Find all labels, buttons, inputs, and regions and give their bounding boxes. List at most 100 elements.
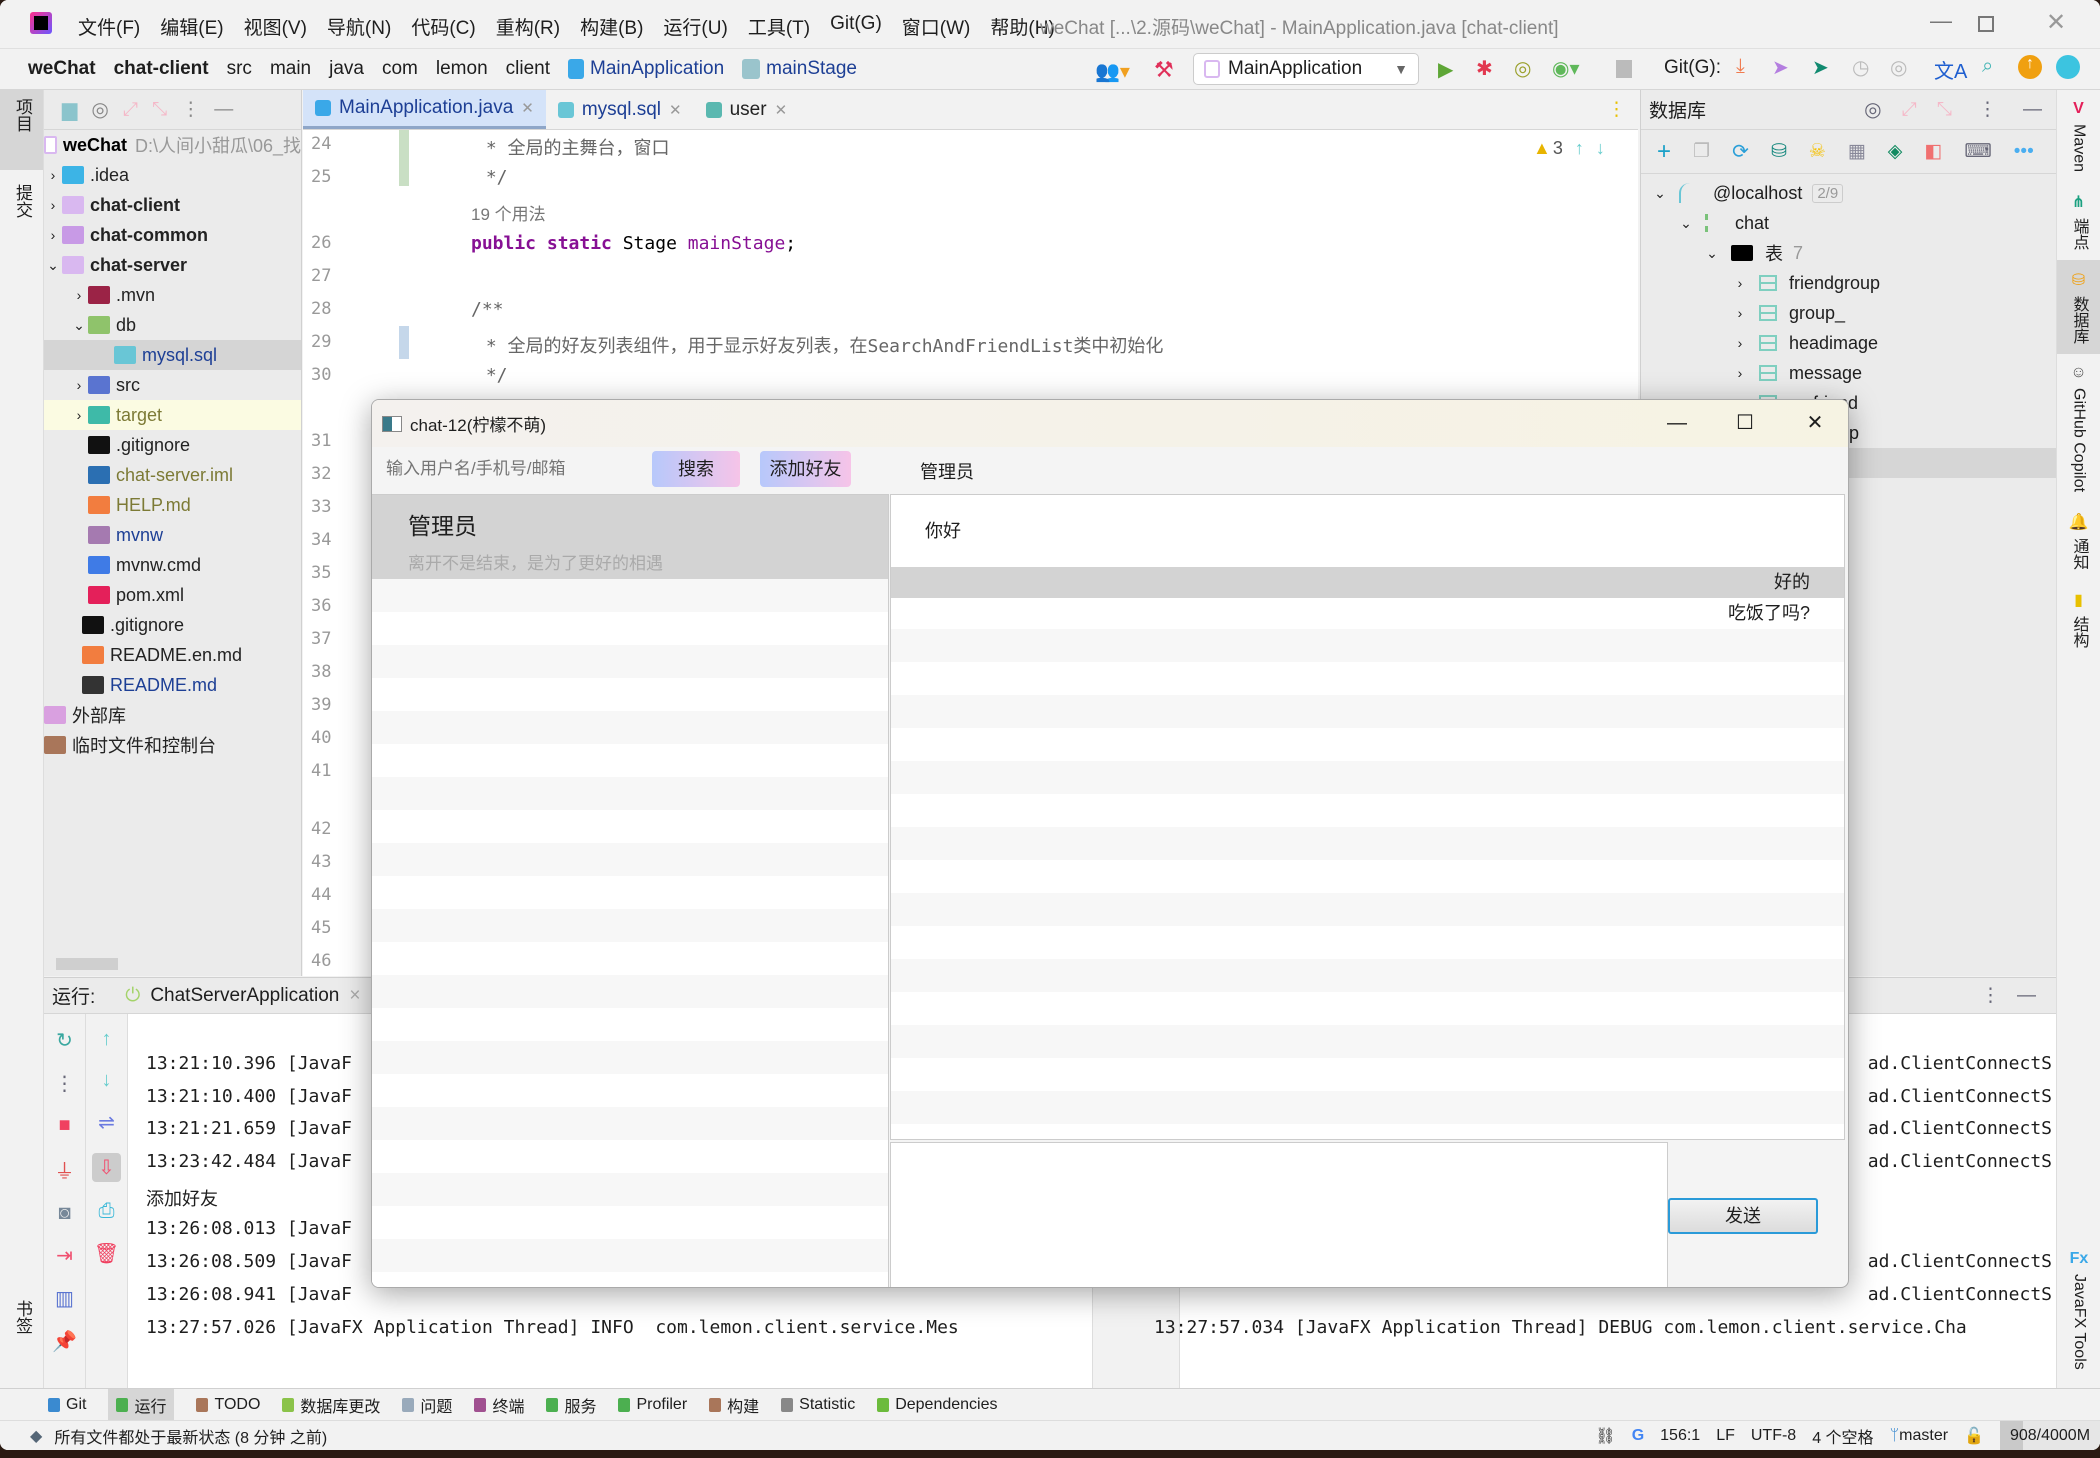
expand-icon[interactable]: ⤢ bbox=[1902, 99, 1917, 121]
breadcrumb-item[interactable]: MainApplication bbox=[590, 58, 724, 80]
tool-button-maven[interactable]: V Maven bbox=[2057, 90, 2100, 182]
close-tab-icon[interactable]: × bbox=[349, 985, 360, 1007]
tree-item[interactable]: mvnw bbox=[44, 520, 301, 550]
menu-item[interactable]: Git(G) bbox=[830, 13, 882, 40]
tool-window-0[interactable]: Git bbox=[48, 1396, 86, 1414]
collapse-icon[interactable]: ⤡ bbox=[1937, 99, 1952, 121]
indent-setting[interactable]: 4 个空格 bbox=[1812, 1424, 1873, 1448]
db-tree-item[interactable]: ⌄ 表 7 bbox=[1641, 238, 2056, 268]
maximize-button[interactable]: ☐ bbox=[1710, 400, 1780, 447]
message-item[interactable]: 好的 bbox=[891, 567, 1844, 598]
layout-icon[interactable]: ▥ bbox=[55, 1286, 74, 1311]
build-hammer-icon[interactable]: ⚒ bbox=[1154, 57, 1174, 83]
tree-item[interactable]: README.en.md bbox=[44, 640, 301, 670]
plugin-icon[interactable] bbox=[2056, 55, 2080, 79]
lock-icon[interactable]: 🔓 bbox=[1964, 1426, 1984, 1446]
clear-icon[interactable]: 🗑 bbox=[94, 1241, 119, 1266]
git-push-icon[interactable]: ➤ bbox=[1812, 55, 1829, 80]
tool-button-javafx[interactable]: Fx JavaFX Tools bbox=[2057, 1240, 2100, 1380]
file-encoding[interactable]: UTF-8 bbox=[1751, 1427, 1796, 1445]
db-tree-item[interactable]: ⌄ chat bbox=[1641, 208, 2056, 238]
editor-tab[interactable]: user ✕ bbox=[694, 90, 800, 129]
print-icon[interactable]: ⎙ bbox=[99, 1200, 115, 1223]
add-friend-button[interactable]: 添加好友 bbox=[760, 451, 851, 487]
db-tree-item[interactable]: › headimage bbox=[1641, 328, 2056, 358]
chevron-right-icon[interactable]: › bbox=[70, 377, 88, 393]
search-icon[interactable]: ⌕ bbox=[1982, 55, 1993, 78]
close-button[interactable]: ✕ bbox=[1780, 400, 1848, 447]
git-update-icon[interactable]: ⤓ bbox=[1736, 55, 1745, 78]
close-tab-icon[interactable]: ✕ bbox=[775, 101, 788, 119]
breadcrumb-item[interactable]: lemon bbox=[436, 58, 488, 80]
commit-tool-button[interactable]: 提交 bbox=[0, 170, 43, 238]
menu-item[interactable]: 视图(V) bbox=[244, 13, 307, 40]
chevron-down-icon[interactable]: ⌄ bbox=[44, 257, 62, 274]
inspection-widget[interactable]: ▲ 3 ↑ ↓ bbox=[1533, 138, 1605, 159]
more-icon[interactable]: ⋮ bbox=[1981, 984, 2000, 1007]
expand-icon[interactable]: ⤢ bbox=[123, 99, 138, 121]
tree-item[interactable]: › .idea bbox=[44, 160, 301, 190]
users-icon[interactable]: 👥▾ bbox=[1095, 59, 1130, 84]
attach-icon[interactable]: ⏚ bbox=[55, 1155, 75, 1184]
message-item[interactable]: 你好 bbox=[891, 495, 1844, 567]
tree-item[interactable]: HELP.md bbox=[44, 490, 301, 520]
console-icon[interactable]: ⌨ bbox=[1964, 140, 1991, 163]
rollback-icon[interactable]: ◎ bbox=[1890, 55, 1907, 80]
google-icon[interactable]: G bbox=[1632, 1427, 1644, 1445]
maximize-button[interactable] bbox=[1978, 16, 1994, 32]
more-icon[interactable]: ••• bbox=[2014, 141, 2034, 163]
tool-button-endpoints[interactable]: ⋔ 端点 bbox=[2057, 182, 2100, 260]
menu-item[interactable]: 代码(C) bbox=[411, 13, 475, 40]
db-tree-item[interactable]: › message bbox=[1641, 358, 2056, 388]
db-tree-item[interactable]: ⌄ @localhost 2/9 bbox=[1641, 178, 2056, 208]
tree-item[interactable]: mvnw.cmd bbox=[44, 550, 301, 580]
tree-item[interactable]: ⌄ chat-server bbox=[44, 250, 301, 280]
chevron-down-icon[interactable]: ⌄ bbox=[1677, 215, 1695, 232]
chevron-right-icon[interactable]: › bbox=[1731, 365, 1749, 381]
locate-icon[interactable]: ◎ bbox=[91, 97, 108, 122]
scroll-down-icon[interactable]: ↓ bbox=[102, 1069, 112, 1092]
tool-window-5[interactable]: 终端 bbox=[474, 1393, 524, 1417]
menu-item[interactable]: 窗口(W) bbox=[902, 13, 971, 40]
chevron-right-icon[interactable]: › bbox=[44, 197, 62, 213]
breadcrumb-item[interactable]: client bbox=[506, 58, 550, 80]
chevron-right-icon[interactable]: › bbox=[70, 407, 88, 423]
tree-item[interactable]: mysql.sql bbox=[44, 340, 301, 370]
tool-button-database[interactable]: ⛁ 数据库 bbox=[2057, 260, 2100, 355]
horizontal-scrollbar[interactable] bbox=[56, 958, 118, 970]
tree-item[interactable]: chat-server.iml bbox=[44, 460, 301, 490]
tree-item[interactable]: ⌄ db bbox=[44, 310, 301, 340]
next-highlight-icon[interactable]: ↓ bbox=[1596, 138, 1605, 159]
tree-item[interactable]: .gitignore bbox=[44, 610, 301, 640]
compare-icon[interactable]: ◧ bbox=[1924, 140, 1942, 163]
breadcrumb-item[interactable]: src bbox=[227, 58, 252, 80]
editor-tab[interactable]: MainApplication.java ✕ bbox=[303, 90, 546, 129]
more-icon[interactable]: ⋮ bbox=[55, 1071, 75, 1096]
bookmarks-tool-button[interactable]: 书签 bbox=[10, 1300, 35, 1340]
history-icon[interactable]: ◷ bbox=[1852, 55, 1869, 80]
debug-icon[interactable]: ✱ bbox=[1476, 56, 1493, 81]
tree-item[interactable]: README.md bbox=[44, 670, 301, 700]
coverage-icon[interactable]: ◎ bbox=[1514, 56, 1531, 81]
tool-window-8[interactable]: 构建 bbox=[709, 1393, 759, 1417]
scroll-to-end-icon[interactable]: ⇩ bbox=[92, 1153, 121, 1182]
hide-icon[interactable]: — bbox=[2023, 99, 2042, 121]
translate-icon[interactable]: 文A bbox=[1934, 55, 1967, 84]
editor-tab[interactable]: mysql.sql ✕ bbox=[546, 90, 694, 129]
tool-window-3[interactable]: 数据库更改 bbox=[282, 1393, 380, 1417]
rerun-icon[interactable]: ↻ bbox=[56, 1028, 73, 1053]
chevron-right-icon[interactable]: › bbox=[44, 227, 62, 243]
run-config-select[interactable]: MainApplication ▼ bbox=[1193, 53, 1419, 85]
copilot-icon[interactable]: ⛓ bbox=[1595, 1426, 1615, 1446]
usages-hint[interactable]: 19 个用法 bbox=[471, 205, 546, 224]
update-icon[interactable]: ↑ bbox=[2018, 55, 2042, 79]
menu-item[interactable]: 文件(F) bbox=[78, 13, 140, 40]
tree-item[interactable]: 临时文件和控制台 bbox=[44, 730, 301, 760]
tool-button-structure[interactable]: ▮ 结构 bbox=[2057, 580, 2100, 658]
prev-highlight-icon[interactable]: ↑ bbox=[1575, 138, 1584, 159]
menu-item[interactable]: 重构(R) bbox=[496, 13, 560, 40]
message-item[interactable]: 吃饭了吗? bbox=[891, 598, 1844, 629]
stop-icon[interactable]: ■ bbox=[58, 1114, 70, 1137]
tree-item[interactable]: › chat-client bbox=[44, 190, 301, 220]
tree-item[interactable]: › src bbox=[44, 370, 301, 400]
